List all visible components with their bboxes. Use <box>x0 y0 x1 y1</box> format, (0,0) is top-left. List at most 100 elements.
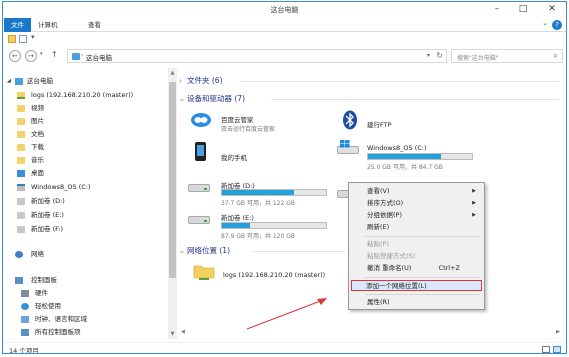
drive-icon <box>17 198 25 205</box>
hardware-icon <box>21 290 29 297</box>
music-folder-icon <box>17 157 25 164</box>
expanded-chevron-icon[interactable]: ◢ <box>7 76 11 87</box>
content-horizontal-scrollbar[interactable]: ◀ ▶ <box>179 329 562 337</box>
navigation-pane: ◢ 这台电脑 logs (192.168.210.20 (master)) 视频… <box>7 76 134 336</box>
close-button[interactable]: ✕ <box>538 2 566 16</box>
menu-item-group-by[interactable]: 分组依据(P) ▶ <box>351 210 482 221</box>
nav-pane-scrollbar[interactable]: ▲ ▼ <box>168 68 177 339</box>
new-folder-icon[interactable] <box>19 35 27 43</box>
breadcrumb-chevron-icon: › <box>81 52 84 59</box>
title-bar: 这台电脑 – □ ✕ <box>3 2 566 18</box>
desktop-folder-icon <box>17 170 25 177</box>
drive-d-capacity-bar <box>221 189 327 196</box>
group-header-folders[interactable]: › 文件夹 (6) <box>179 75 223 87</box>
drive-icon <box>188 216 210 228</box>
windows-drive-icon <box>17 184 25 191</box>
search-icon[interactable]: ⌕ <box>554 51 558 61</box>
pc-icon <box>72 53 80 60</box>
tab-file[interactable]: 文件 <box>4 18 31 32</box>
breadcrumb[interactable]: 这台电脑 <box>86 52 112 62</box>
documents-folder-icon <box>17 131 25 138</box>
scroll-left-icon[interactable]: ◀ <box>181 329 185 335</box>
menu-separator <box>365 277 479 278</box>
maximize-button[interactable]: □ <box>510 2 536 16</box>
drive-icon <box>188 184 210 196</box>
back-button[interactable]: ← <box>9 50 21 62</box>
group-divider <box>253 251 345 252</box>
submenu-arrow-icon: ▶ <box>472 212 476 218</box>
baidu-cloud-icon <box>190 110 212 128</box>
menu-item-properties[interactable]: 属性(R) <box>351 297 482 308</box>
pictures-folder-icon <box>17 118 25 125</box>
chevron-down-icon[interactable]: ▾ <box>427 52 430 59</box>
scroll-up-icon[interactable]: ▲ <box>169 70 176 76</box>
group-header-devices[interactable]: ⌄ 设备和驱动器 (7) <box>179 93 245 105</box>
phone-icon <box>195 142 206 161</box>
expanded-chevron-icon[interactable]: ⌄ <box>179 95 187 103</box>
control-panel-icon <box>15 277 23 284</box>
pc-icon <box>15 78 23 85</box>
downloads-folder-icon <box>17 144 25 151</box>
menu-item-view[interactable]: 查看(V) ▶ <box>351 186 482 197</box>
group-divider <box>271 99 559 100</box>
navigation-bar: ← → ▾ ↑ › 这台电脑 ▾ ↻ 搜索"这台电脑" ⌕ <box>3 47 566 65</box>
forward-button[interactable]: → <box>25 50 37 62</box>
bluetooth-icon <box>342 110 358 130</box>
search-input[interactable]: 搜索"这台电脑" ⌕ <box>451 49 563 63</box>
tiles-view-icon[interactable] <box>553 346 561 353</box>
item-count: 14 个项目 <box>9 347 39 354</box>
menu-item-paste-shortcut[interactable]: 粘贴快捷方式(S) <box>351 251 482 262</box>
collapsed-chevron-icon[interactable]: › <box>179 77 187 85</box>
details-view-icon[interactable] <box>542 346 550 353</box>
customize-toolbar-icon[interactable]: ▾ <box>31 33 35 41</box>
group-header-network-locations[interactable]: ⌄ 网络位置 (1) <box>179 245 230 257</box>
drive-e-capacity-bar <box>221 222 327 229</box>
ribbon-tabs: 文件 计算机 查看 ⌄ ? <box>3 18 566 32</box>
expanded-chevron-icon[interactable]: ⌄ <box>179 247 187 255</box>
scroll-down-icon[interactable]: ▼ <box>169 331 176 337</box>
drive-c-capacity-bar <box>367 153 473 160</box>
tab-view[interactable]: 查看 <box>81 18 108 32</box>
help-icon[interactable]: ? <box>552 20 562 30</box>
window-title: 这台电脑 <box>270 6 299 14</box>
network-drive-icon <box>17 92 25 99</box>
scroll-right-icon[interactable]: ▶ <box>556 329 560 335</box>
menu-item-paste[interactable]: 粘贴(P) <box>351 239 482 250</box>
capacity-fill <box>222 223 251 228</box>
minimize-button[interactable]: – <box>484 2 510 16</box>
capacity-fill <box>368 154 441 159</box>
network-icon <box>15 251 23 258</box>
submenu-arrow-icon: ▶ <box>472 200 476 206</box>
capacity-fill <box>222 190 294 195</box>
submenu-arrow-icon: ▶ <box>472 188 476 194</box>
address-bar[interactable]: › 这台电脑 ▾ ↻ <box>67 49 447 63</box>
annotation-arrow <box>246 298 327 330</box>
refresh-icon[interactable]: ↻ <box>436 51 443 60</box>
windows-drive-icon <box>337 140 359 158</box>
explorer-window: 这台电脑 – □ ✕ 文件 计算机 查看 ⌄ ? ▾ ← → ▾ ↑ › 这台电… <box>2 1 567 354</box>
ribbon-expand-icon[interactable]: ⌄ <box>542 19 548 27</box>
video-folder-icon <box>17 105 25 112</box>
scrollbar-thumb[interactable] <box>169 82 176 278</box>
menu-item-refresh[interactable]: 刷新(E) <box>351 222 482 233</box>
status-bar: 14 个项目 <box>3 342 566 354</box>
ease-of-access-icon <box>21 303 29 310</box>
drive-icon <box>17 226 25 233</box>
tab-computer[interactable]: 计算机 <box>31 18 65 32</box>
control-panel-items-icon <box>21 329 29 336</box>
menu-item-add-network-location[interactable]: 添加一个网络位置(L) <box>351 280 482 291</box>
up-button[interactable]: ↑ <box>51 50 58 59</box>
menu-separator <box>365 236 479 237</box>
quick-access-toolbar: ▾ <box>3 33 566 46</box>
recent-locations-icon[interactable]: ▾ <box>40 51 43 57</box>
menu-item-sort-by[interactable]: 排序方式(O) ▶ <box>351 198 482 209</box>
menu-item-undo-rename[interactable]: 撤消 重命名(U) Ctrl+Z <box>351 263 482 274</box>
menu-separator <box>365 294 479 295</box>
drive-icon <box>17 212 25 219</box>
group-divider <box>241 81 559 82</box>
clock-language-icon <box>21 316 29 323</box>
properties-icon[interactable] <box>8 35 16 43</box>
context-menu: 查看(V) ▶ 排序方式(O) ▶ 分组依据(P) ▶ 刷新(E) 粘贴(P) 粘贴快… <box>348 182 485 310</box>
network-folder-icon <box>193 262 215 282</box>
search-placeholder: 搜索"这台电脑" <box>457 55 499 62</box>
